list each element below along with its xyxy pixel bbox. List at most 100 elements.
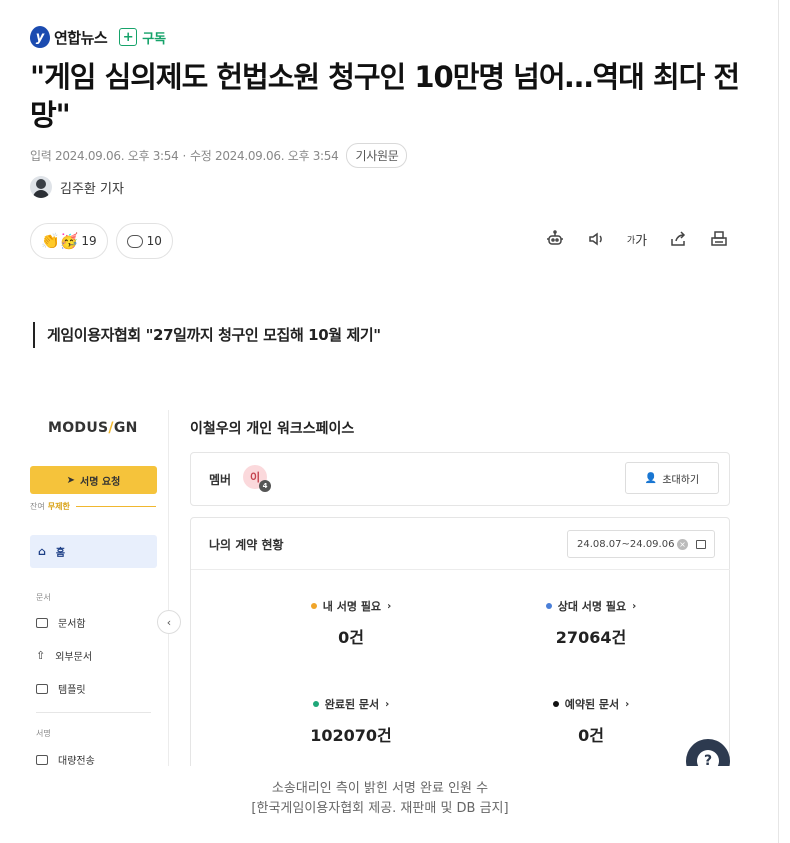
home-icon: ⌂ bbox=[38, 545, 46, 558]
status-dot bbox=[312, 701, 319, 707]
audio-button[interactable] bbox=[585, 228, 607, 250]
brand-right: GN bbox=[113, 420, 138, 436]
inbox-icon bbox=[36, 617, 48, 628]
caption-line-2: [한국게임이용자협회 제공. 재판매 및 DB 금지] bbox=[251, 801, 509, 816]
subscribe-button[interactable]: + 구독 bbox=[119, 28, 166, 47]
stat-label: 상대 서명 필요 bbox=[557, 600, 627, 613]
print-button[interactable] bbox=[708, 228, 730, 250]
app-sidebar: MODUS/GN ➤ 서명 요청 잔여 무제한 ⌂ 홈 문서 문서함 ⇧ 외부문서 템플… bbox=[30, 410, 168, 766]
sidebar-item-home: ⌂ 홈 bbox=[30, 535, 157, 568]
article-meta: 입력 2024.09.06. 오후 3:54 · 수정 2024.09.06. … bbox=[30, 143, 408, 168]
remaining-quota: 잔여 무제한 bbox=[30, 501, 156, 512]
quota-bar bbox=[75, 506, 156, 507]
brand-left: MODUS bbox=[48, 420, 109, 436]
comment-button[interactable]: 10 bbox=[115, 223, 173, 259]
input-time: 입력 2024.09.06. 오후 3:54 bbox=[30, 149, 179, 163]
stat-label: 예약된 문서 bbox=[564, 698, 620, 711]
comment-count: 10 bbox=[146, 234, 162, 248]
share-icon bbox=[671, 231, 686, 246]
add-user-icon: 👤 bbox=[644, 472, 658, 484]
sidebar-item-documents: 문서함 bbox=[36, 615, 86, 630]
home-label: 홈 bbox=[55, 548, 66, 559]
page-divider bbox=[778, 0, 779, 843]
contract-header: 나의 계약 현황 24.08.07~24.09.06 × bbox=[191, 518, 730, 570]
chevron-right-icon: › bbox=[625, 698, 630, 710]
image-caption: 소송대리인 측이 밝힌 서명 완료 인원 수 [한국게임이용자협회 제공. 재판… bbox=[30, 779, 730, 819]
stat-value: 102070건 bbox=[310, 726, 392, 745]
font-size-small: 가 bbox=[626, 235, 636, 246]
section-docs: 문서 bbox=[36, 593, 51, 602]
reaction-row: 👏🥳 19 10 bbox=[30, 223, 181, 259]
member-card: 멤버 이4 👤 초대하기 bbox=[190, 452, 730, 506]
caption-line-1: 소송대리인 측이 밝힌 서명 완료 인원 수 bbox=[271, 781, 489, 796]
contract-title: 나의 계약 현황 bbox=[209, 538, 284, 552]
sidebar-item-bulk-send: 대량전송 bbox=[36, 752, 95, 766]
speaker-icon bbox=[589, 232, 602, 246]
article-tools: 가가 bbox=[525, 228, 730, 250]
sidebar-divider-line bbox=[36, 712, 151, 713]
stat-label: 내 서명 필요 bbox=[322, 600, 382, 613]
chevron-right-icon: › bbox=[385, 698, 390, 710]
meta-separator: · bbox=[182, 148, 186, 163]
member-label: 멤버 bbox=[209, 473, 232, 487]
stat-value: 27064건 bbox=[555, 628, 627, 647]
status-dot bbox=[552, 701, 559, 707]
publisher-name: 연합뉴스 bbox=[54, 28, 108, 47]
clap-party-icon: 👏🥳 bbox=[41, 232, 79, 250]
calendar-icon bbox=[696, 540, 706, 549]
stat-counterparty-signature: 상대 서명 필요 › 27064건 bbox=[491, 598, 691, 648]
docs-item-2: 템플릿 bbox=[58, 685, 86, 696]
font-size-button[interactable]: 가가 bbox=[626, 228, 648, 250]
chevron-right-icon: › bbox=[632, 600, 637, 612]
subscribe-label: 구독 bbox=[142, 31, 167, 47]
share-button[interactable] bbox=[667, 228, 689, 250]
font-size-large: 가 bbox=[635, 233, 648, 249]
sidebar-item-external: ⇧ 외부문서 bbox=[36, 648, 92, 663]
plus-icon: + bbox=[119, 28, 138, 46]
date-range-field: 24.08.07~24.09.06 × bbox=[567, 530, 715, 558]
reaction-count: 19 bbox=[81, 234, 97, 248]
remain-value: 무제한 bbox=[47, 502, 70, 511]
stat-value: 0건 bbox=[578, 726, 604, 745]
stat-label: 완료된 문서 bbox=[324, 698, 380, 711]
sidebar-item-templates: 템플릿 bbox=[36, 681, 86, 696]
bulk-send-icon bbox=[36, 754, 48, 765]
invite-button: 👤 초대하기 bbox=[625, 462, 719, 494]
sign-item-0: 대량전송 bbox=[58, 756, 95, 766]
publisher-logo[interactable]: y 연합뉴스 bbox=[30, 26, 108, 48]
yonhap-logo-icon: y bbox=[30, 26, 50, 48]
section-sign: 서명 bbox=[36, 729, 51, 738]
docs-item-1: 외부문서 bbox=[55, 652, 93, 663]
modified-time: 수정 2024.09.06. 오후 3:54 bbox=[190, 149, 339, 163]
robot-icon bbox=[547, 230, 563, 245]
robot-summary-button[interactable] bbox=[544, 228, 566, 250]
status-dot bbox=[310, 603, 317, 609]
status-dot bbox=[545, 603, 552, 609]
stat-value: 0건 bbox=[338, 628, 364, 647]
stat-my-signature: 내 서명 필요 › 0건 bbox=[251, 598, 451, 648]
member-avatar: 이4 bbox=[243, 465, 271, 492]
chevron-right-icon: › bbox=[387, 600, 392, 612]
article-image: MODUS/GN ➤ 서명 요청 잔여 무제한 ⌂ 홈 문서 문서함 ⇧ 외부문서 템플… bbox=[30, 410, 730, 766]
author[interactable]: 김주환 기자 bbox=[30, 176, 124, 198]
invite-label: 초대하기 bbox=[662, 474, 700, 486]
docs-item-0: 문서함 bbox=[58, 619, 86, 630]
reaction-button[interactable]: 👏🥳 19 bbox=[30, 223, 108, 259]
article-title: "게임 심의제도 헌법소원 청구인 10만명 넘어…역대 최다 전망" bbox=[30, 60, 740, 132]
workspace-title: 이철우의 개인 워크스페이스 bbox=[190, 421, 355, 437]
original-article-button[interactable]: 기사원문 bbox=[346, 143, 408, 168]
contract-status-card: 나의 계약 현황 24.08.07~24.09.06 × 내 서명 필요 › 0건… bbox=[190, 517, 730, 766]
article-subheading: 게임이용자협회 "27일까지 청구인 모집해 10월 제기" bbox=[33, 322, 381, 348]
remain-label: 잔여 bbox=[30, 502, 45, 511]
article-header: y 연합뉴스 + 구독 bbox=[30, 24, 166, 50]
member-count-badge: 4 bbox=[259, 480, 271, 492]
template-icon bbox=[36, 683, 48, 694]
modusign-logo: MODUS/GN bbox=[48, 420, 138, 436]
upload-icon: ⇧ bbox=[36, 649, 46, 662]
request-signature-button: ➤ 서명 요청 bbox=[30, 466, 157, 494]
author-name: 김주환 기자 bbox=[60, 181, 124, 197]
printer-icon bbox=[711, 231, 727, 246]
stat-completed: 완료된 문서 › 102070건 bbox=[251, 696, 451, 746]
sign-button-label: 서명 요청 bbox=[80, 476, 121, 488]
stat-scheduled: 예약된 문서 › 0건 bbox=[491, 696, 691, 746]
